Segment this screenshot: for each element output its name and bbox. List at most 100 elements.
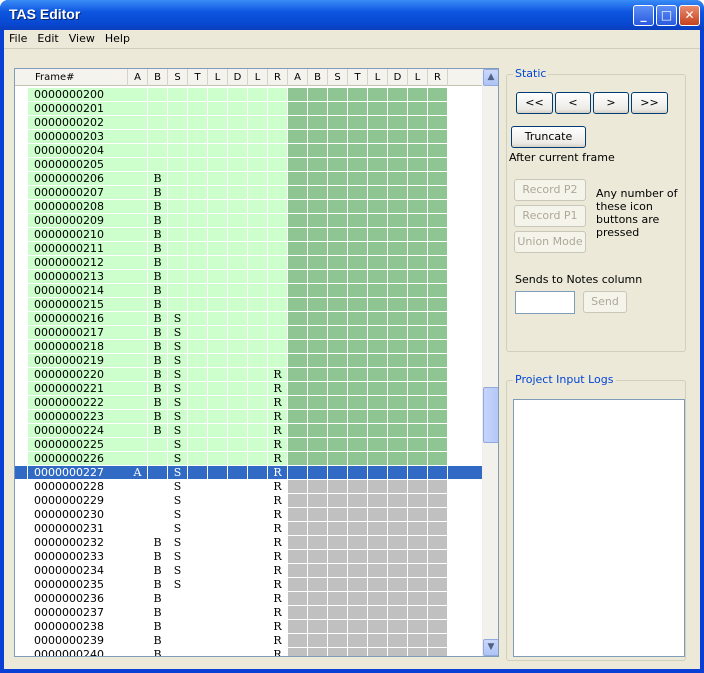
p1-input-cell[interactable] xyxy=(148,102,168,116)
p1-input-cell[interactable] xyxy=(128,298,148,312)
p1-input-cell[interactable]: S xyxy=(168,396,188,410)
p2-input-cell[interactable] xyxy=(368,186,388,200)
p2-input-cell[interactable] xyxy=(388,214,408,228)
p2-input-cell[interactable] xyxy=(348,550,368,564)
p1-input-cell[interactable] xyxy=(128,172,148,186)
p2-input-cell[interactable] xyxy=(308,284,328,298)
p2-input-cell[interactable] xyxy=(428,130,448,144)
p2-input-cell[interactable] xyxy=(308,620,328,634)
p1-input-cell[interactable] xyxy=(268,214,288,228)
p1-input-cell[interactable] xyxy=(228,606,248,620)
p2-input-cell[interactable] xyxy=(308,550,328,564)
column-header[interactable]: S xyxy=(328,69,348,86)
p2-input-cell[interactable] xyxy=(328,326,348,340)
p2-input-cell[interactable] xyxy=(308,368,328,382)
p2-input-cell[interactable] xyxy=(288,424,308,438)
p1-input-cell[interactable] xyxy=(128,634,148,648)
p1-input-cell[interactable] xyxy=(228,620,248,634)
p1-input-cell[interactable] xyxy=(188,606,208,620)
p1-input-cell[interactable] xyxy=(148,452,168,466)
p1-input-cell[interactable]: R xyxy=(268,382,288,396)
p1-input-cell[interactable]: R xyxy=(268,634,288,648)
p1-input-cell[interactable]: B xyxy=(148,284,168,298)
frame-number-cell[interactable]: 0000000217 xyxy=(28,326,128,340)
p1-input-cell[interactable] xyxy=(268,144,288,158)
p2-input-cell[interactable] xyxy=(288,116,308,130)
frame-number-cell[interactable]: 0000000229 xyxy=(28,494,128,508)
p1-input-cell[interactable]: B xyxy=(148,256,168,270)
p1-input-cell[interactable]: S xyxy=(168,438,188,452)
title-bar[interactable]: TAS Editor _ □ ✕ xyxy=(0,0,704,30)
p2-input-cell[interactable] xyxy=(388,130,408,144)
p2-input-cell[interactable] xyxy=(288,186,308,200)
p2-input-cell[interactable] xyxy=(288,256,308,270)
p2-input-cell[interactable] xyxy=(328,312,348,326)
p1-input-cell[interactable] xyxy=(188,158,208,172)
frame-number-cell[interactable]: 0000000212 xyxy=(28,256,128,270)
p2-input-cell[interactable] xyxy=(388,144,408,158)
p1-input-cell[interactable] xyxy=(208,186,228,200)
p2-input-cell[interactable] xyxy=(428,158,448,172)
p1-input-cell[interactable] xyxy=(128,144,148,158)
p2-input-cell[interactable] xyxy=(368,144,388,158)
p2-input-cell[interactable] xyxy=(308,508,328,522)
p2-input-cell[interactable] xyxy=(408,200,428,214)
p1-input-cell[interactable] xyxy=(228,494,248,508)
p1-input-cell[interactable]: B xyxy=(148,214,168,228)
p2-input-cell[interactable] xyxy=(368,228,388,242)
p1-input-cell[interactable] xyxy=(208,550,228,564)
p1-input-cell[interactable] xyxy=(228,102,248,116)
table-row[interactable]: 0000000206 B xyxy=(15,172,483,186)
p1-input-cell[interactable]: B xyxy=(148,606,168,620)
p1-input-cell[interactable]: R xyxy=(268,592,288,606)
table-row[interactable]: 0000000218 B S xyxy=(15,340,483,354)
p1-input-cell[interactable] xyxy=(188,508,208,522)
table-row[interactable]: 0000000208 B xyxy=(15,200,483,214)
p2-input-cell[interactable] xyxy=(388,494,408,508)
frame-number-cell[interactable]: 0000000226 xyxy=(28,452,128,466)
p1-input-cell[interactable] xyxy=(188,396,208,410)
p1-input-cell[interactable] xyxy=(128,424,148,438)
table-row[interactable]: 0000000200 xyxy=(15,88,483,102)
p2-input-cell[interactable] xyxy=(368,130,388,144)
p2-input-cell[interactable] xyxy=(408,354,428,368)
p2-input-cell[interactable] xyxy=(328,620,348,634)
frame-number-cell[interactable]: 0000000224 xyxy=(28,424,128,438)
p2-input-cell[interactable] xyxy=(408,368,428,382)
p2-input-cell[interactable] xyxy=(428,144,448,158)
p2-input-cell[interactable] xyxy=(328,102,348,116)
p1-input-cell[interactable] xyxy=(248,116,268,130)
p1-input-cell[interactable] xyxy=(268,312,288,326)
p2-input-cell[interactable] xyxy=(368,522,388,536)
p2-input-cell[interactable] xyxy=(408,466,428,480)
p1-input-cell[interactable] xyxy=(228,200,248,214)
p2-input-cell[interactable] xyxy=(388,354,408,368)
p1-input-cell[interactable] xyxy=(248,102,268,116)
p1-input-cell[interactable]: B xyxy=(148,340,168,354)
frame-number-cell[interactable]: 0000000236 xyxy=(28,592,128,606)
p2-input-cell[interactable] xyxy=(348,494,368,508)
p1-input-cell[interactable] xyxy=(188,186,208,200)
p1-input-cell[interactable] xyxy=(248,564,268,578)
p2-input-cell[interactable] xyxy=(288,634,308,648)
p1-input-cell[interactable] xyxy=(128,200,148,214)
p1-input-cell[interactable] xyxy=(128,242,148,256)
close-icon[interactable]: ✕ xyxy=(679,5,700,26)
p1-input-cell[interactable] xyxy=(268,242,288,256)
p1-input-cell[interactable] xyxy=(208,88,228,102)
p1-input-cell[interactable] xyxy=(248,158,268,172)
p1-input-cell[interactable]: S xyxy=(168,382,188,396)
column-header[interactable]: R xyxy=(268,69,288,86)
p2-input-cell[interactable] xyxy=(328,270,348,284)
p1-input-cell[interactable] xyxy=(188,578,208,592)
p2-input-cell[interactable] xyxy=(428,564,448,578)
scroll-down-icon[interactable]: ▼ xyxy=(483,639,498,656)
p1-input-cell[interactable]: B xyxy=(148,620,168,634)
p2-input-cell[interactable] xyxy=(308,354,328,368)
p1-input-cell[interactable] xyxy=(188,130,208,144)
p2-input-cell[interactable] xyxy=(388,368,408,382)
p1-input-cell[interactable]: B xyxy=(148,368,168,382)
p2-input-cell[interactable] xyxy=(348,564,368,578)
p2-input-cell[interactable] xyxy=(408,410,428,424)
p1-input-cell[interactable]: B xyxy=(148,550,168,564)
